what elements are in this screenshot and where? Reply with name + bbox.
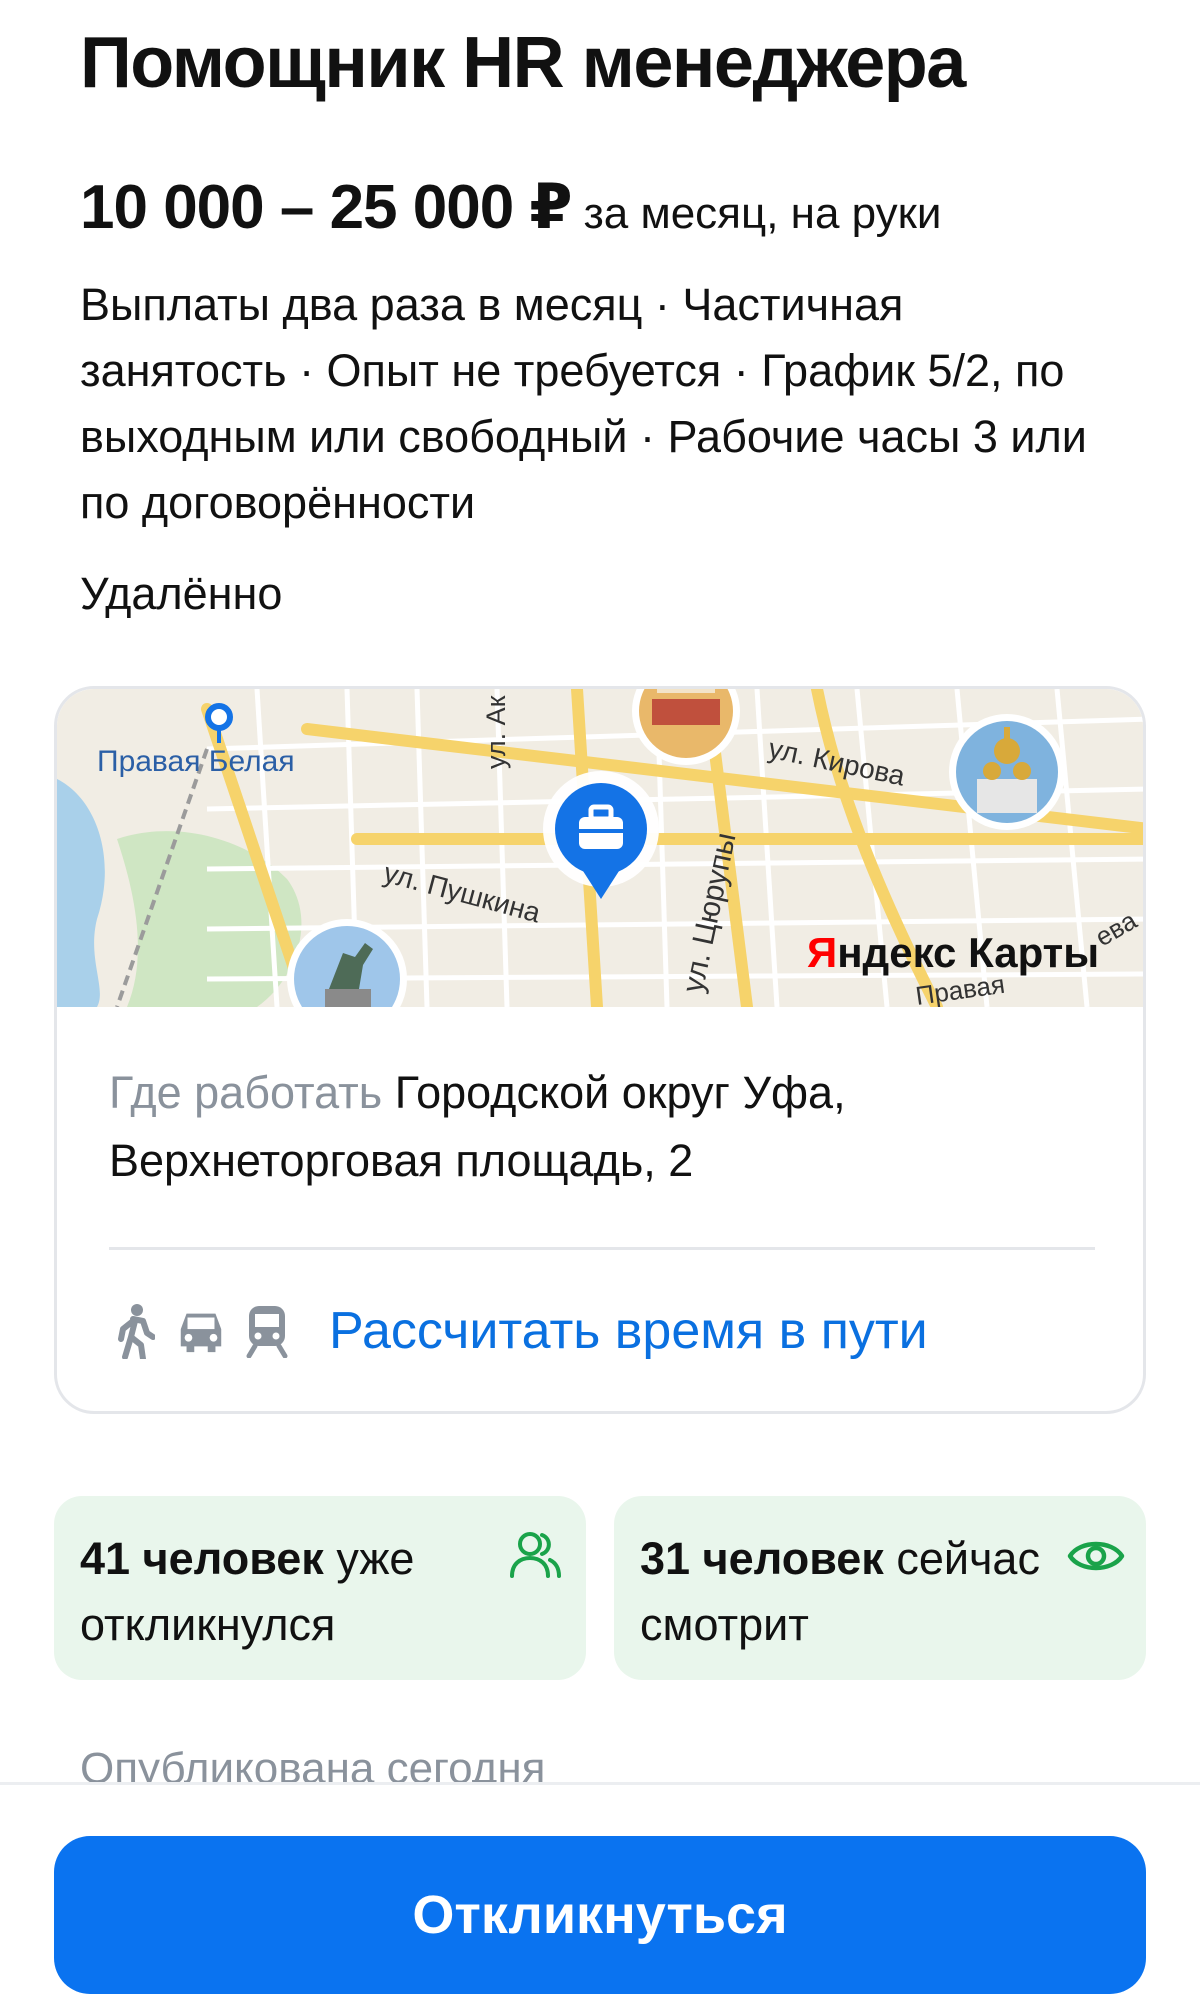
map-brand-label: Яндекс Карты [807,929,1099,976]
cathedral-photo-icon[interactable] [949,714,1065,830]
train-icon [241,1301,293,1361]
work-format: Удалённо [80,568,283,619]
responses-stat-card: 41 человек уже откликнулся [54,1496,586,1680]
map-label-district: Правая Белая [97,745,295,778]
viewers-stat-card: 31 человек сейчас смотрит [614,1496,1146,1680]
car-icon [175,1301,227,1361]
salary: 10 000 – 25 000 ₽ за месяц, на руки [80,170,941,243]
salary-period: за месяц, на руки [583,189,942,238]
map-brand-first-letter: Я [807,929,837,976]
employment-conditions: Выплаты два раза в месяц · Частичная зан… [80,279,1087,528]
map-canvas: Правая Белая ул. Ак ул. Кирова ул. Пушки… [57,689,1143,1007]
calculate-route-link[interactable]: Рассчитать время в пути [329,1301,928,1361]
vacancy-title: Помощник HR менеджера [80,23,966,103]
eye-icon [1066,1526,1126,1586]
vacancy-page: Помощник HR менеджера 10 000 – 25 000 ₽ з… [0,0,1200,2003]
map-preview[interactable]: Правая Белая ул. Ак ул. Кирова ул. Пушки… [57,689,1143,1007]
respond-button[interactable]: Откликнуться [54,1836,1146,1994]
card-divider [109,1247,1095,1250]
address-label: Где работать [109,1067,383,1118]
responses-count: 41 человек [80,1533,324,1584]
location-card: Правая Белая ул. Ак ул. Кирова ул. Пушки… [54,686,1146,1414]
work-address: Где работать Городской округ Уфа, Верхне… [109,1059,1099,1195]
route-calculator[interactable]: Рассчитать время в пути [109,1291,928,1371]
people-icon [506,1526,566,1586]
salary-amount: 10 000 – 25 000 ₽ [80,173,573,242]
viewers-count: 31 человек [640,1533,884,1584]
map-label-street-a: ул. Ак [481,695,511,769]
walk-icon [109,1301,161,1361]
district-marker-icon [205,703,233,731]
map-brand-rest: ндекс Карты [837,929,1099,976]
